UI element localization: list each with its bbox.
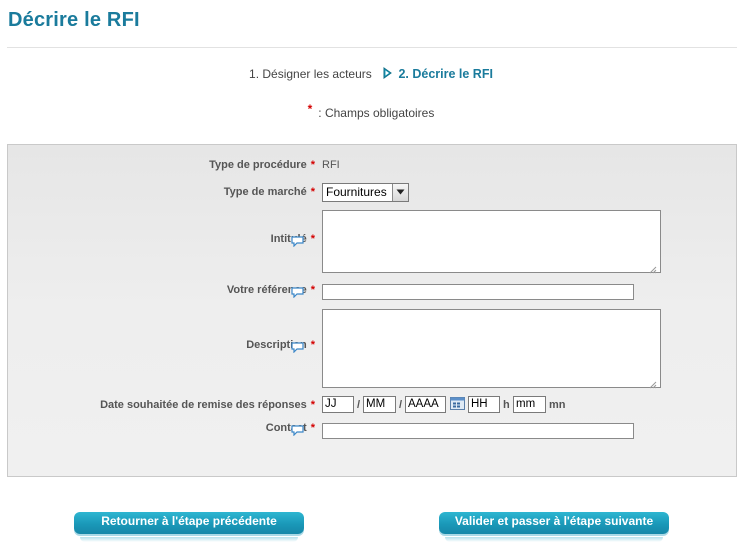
rfi-form: Type de procédure * RFI Type de marché * F… xyxy=(7,144,737,477)
step-2-label: 2. Décrire le RFI xyxy=(398,67,493,81)
type-marche-selected: Fournitures xyxy=(326,185,387,199)
date-separator: / xyxy=(399,399,403,411)
wizard-steps: 1. Désigner les acteurs 2. Décrire le RF… xyxy=(0,67,742,81)
chevron-down-icon[interactable] xyxy=(392,184,408,201)
date-separator: / xyxy=(357,399,361,411)
type-marche-select[interactable]: Fournitures xyxy=(322,183,409,202)
play-arrow-icon xyxy=(381,67,393,79)
speech-bubble-icon[interactable] xyxy=(291,425,304,437)
back-button[interactable]: Retourner à l'étape précédente xyxy=(74,512,304,542)
minute-unit-label: mn xyxy=(549,399,566,411)
step-1-label[interactable]: 1. Désigner les acteurs xyxy=(249,67,372,81)
type-procedure-value: RFI xyxy=(322,159,340,171)
hour-input[interactable]: HH xyxy=(468,396,500,413)
required-star: * xyxy=(307,102,313,116)
mandatory-note: * : Champs obligatoires xyxy=(0,102,742,120)
page-title: Décrire le RFI xyxy=(8,9,140,31)
speech-bubble-icon[interactable] xyxy=(291,342,304,354)
intitule-textarea[interactable] xyxy=(322,210,661,273)
contact-input[interactable] xyxy=(322,423,634,439)
date-remise-label: Date souhaitée de remise des réponses * xyxy=(100,399,315,411)
type-marche-label: Type de marché * xyxy=(223,186,315,198)
mandatory-text: : Champs obligatoires xyxy=(318,106,435,120)
month-input[interactable]: MM xyxy=(363,396,396,413)
type-procedure-label: Type de procédure * xyxy=(209,159,315,171)
reference-input[interactable] xyxy=(322,284,634,300)
resize-grip-icon[interactable] xyxy=(649,378,657,389)
description-textarea[interactable] xyxy=(322,309,661,388)
description-label: Description * xyxy=(246,339,315,351)
minute-input[interactable]: mm xyxy=(513,396,546,413)
hour-unit-label: h xyxy=(503,399,510,411)
speech-bubble-icon[interactable] xyxy=(291,287,304,299)
speech-bubble-icon[interactable] xyxy=(291,236,304,248)
next-button[interactable]: Valider et passer à l'étape suivante xyxy=(439,512,669,542)
resize-grip-icon[interactable] xyxy=(649,263,657,274)
title-divider xyxy=(7,47,737,48)
year-input[interactable]: AAAA xyxy=(405,396,446,413)
day-input[interactable]: JJ xyxy=(322,396,354,413)
calendar-icon[interactable] xyxy=(450,397,465,410)
